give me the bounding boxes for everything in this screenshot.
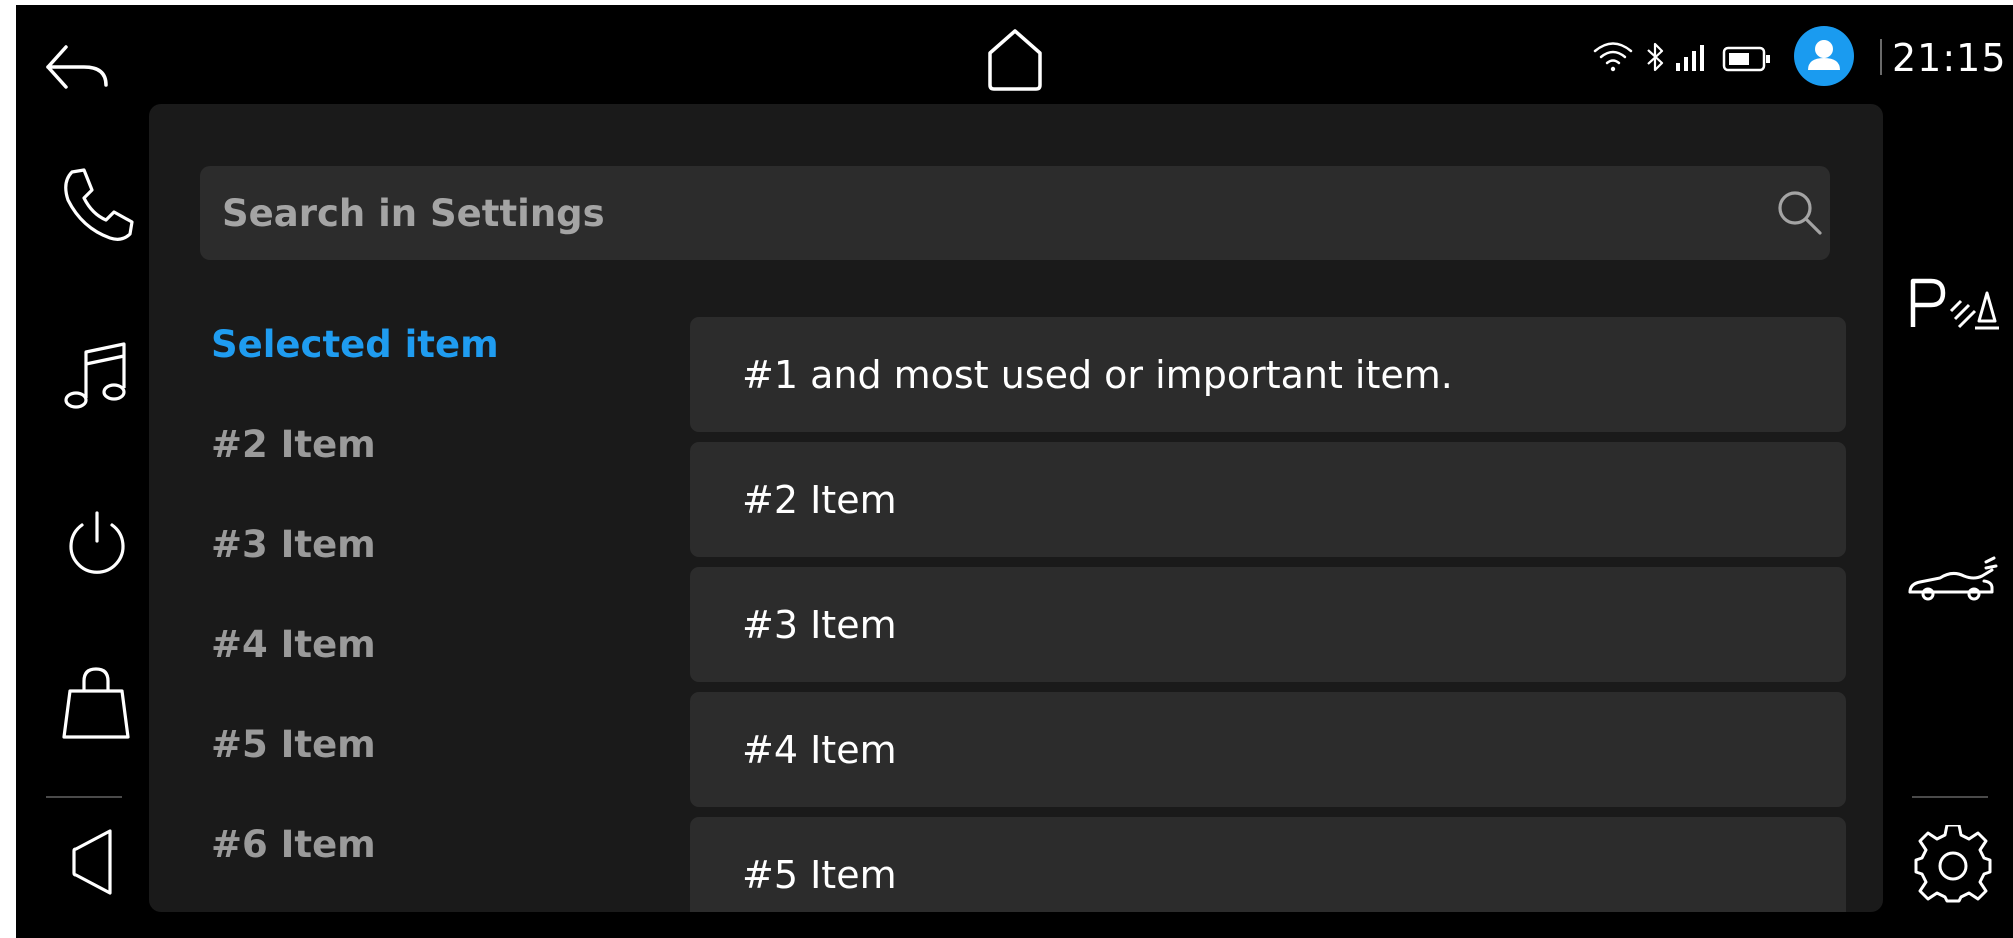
wifi-icon [1592,39,1634,73]
right-rail-divider [1912,796,1988,798]
category-item[interactable]: #6 Item [211,815,631,912]
battery-icon [1722,45,1772,73]
category-item[interactable]: #2 Item [211,415,631,515]
category-list: Selected item #2 Item #3 Item #4 Item #5… [211,315,631,912]
search-icon[interactable] [1775,188,1825,238]
left-rail-divider [46,796,122,798]
settings-item[interactable]: #4 Item [690,692,1846,807]
back-icon[interactable] [40,35,114,99]
category-item-selected[interactable]: Selected item [211,315,631,415]
bluetooth-icon [1644,41,1666,73]
home-icon[interactable] [984,27,1046,93]
car-icon[interactable] [1904,550,2000,610]
power-icon[interactable] [52,495,142,585]
clock: 21:15 [1892,36,2007,80]
category-item[interactable]: #4 Item [211,615,631,715]
shopping-bag-icon[interactable] [52,655,142,745]
search-bar[interactable] [200,166,1830,260]
volume-icon[interactable] [52,815,142,905]
gear-icon[interactable] [1912,825,1994,907]
settings-item[interactable]: #3 Item [690,567,1846,682]
park-assist-icon[interactable] [1905,271,2001,335]
infotainment-screen: 21:15 Search in Settings Selected item #… [16,5,2013,938]
music-icon[interactable] [52,330,142,420]
settings-panel: Selected item #2 Item #3 Item #4 Item #5… [149,104,1883,912]
signal-icon [1674,43,1708,73]
search-input[interactable] [220,166,1720,260]
user-avatar[interactable] [1794,26,1854,86]
settings-item-list: #1 and most used or important item. #2 I… [690,317,1846,912]
clock-divider [1880,39,1882,75]
settings-item[interactable]: #1 and most used or important item. [690,317,1846,432]
settings-item[interactable]: #2 Item [690,442,1846,557]
category-item[interactable]: #3 Item [211,515,631,615]
settings-item[interactable]: #5 Item [690,817,1846,912]
phone-icon[interactable] [52,160,142,250]
category-item[interactable]: #5 Item [211,715,631,815]
